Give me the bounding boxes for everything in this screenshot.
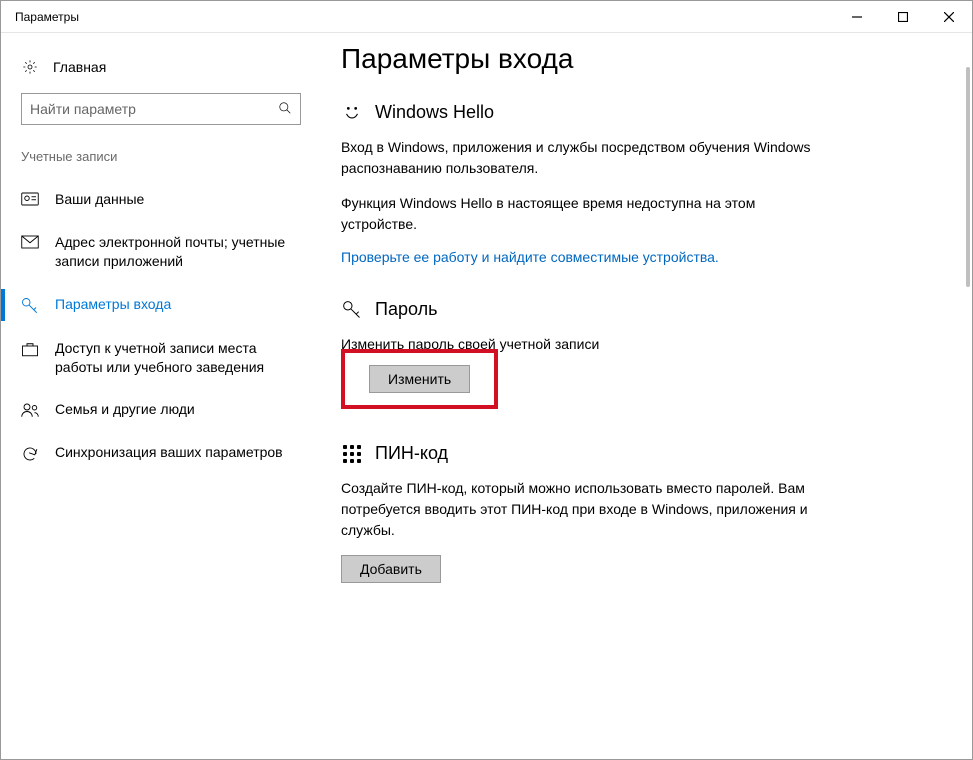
gear-icon [21, 59, 39, 75]
body-area: Главная Учетные записи Ваши данные [1, 33, 972, 759]
scrollbar[interactable] [966, 67, 970, 287]
sidebar-item-label: Параметры входа [55, 295, 171, 314]
window-controls [834, 1, 972, 32]
sidebar-home-label: Главная [53, 59, 106, 75]
pin-pad-icon [341, 445, 363, 463]
hello-heading-row: Windows Hello [341, 101, 932, 123]
password-heading: Пароль [375, 299, 437, 320]
sidebar-item-label: Адрес электронной почты; учетные записи … [55, 233, 301, 271]
sidebar-item-sync[interactable]: Синхронизация ваших параметров [1, 431, 321, 475]
content-area: Параметры входа Windows Hello Вход в Win… [321, 33, 972, 759]
search-box[interactable] [21, 93, 301, 125]
hello-text-1: Вход в Windows, приложения и службы поср… [341, 137, 821, 179]
sidebar-section-label: Учетные записи [1, 149, 321, 178]
sidebar-item-email[interactable]: Адрес электронной почты; учетные записи … [1, 221, 321, 283]
change-password-button[interactable]: Изменить [369, 365, 470, 393]
briefcase-icon [21, 339, 39, 357]
pin-text: Создайте ПИН-код, который можно использо… [341, 478, 821, 541]
window-title: Параметры [15, 10, 79, 24]
close-button[interactable] [926, 1, 972, 32]
sidebar-item-label: Доступ к учетной записи места работы или… [55, 339, 301, 377]
settings-window: Параметры Главная [0, 0, 973, 760]
pin-heading-row: ПИН-код [341, 443, 932, 464]
sidebar-item-signin-options[interactable]: Параметры входа [1, 283, 321, 327]
highlight-change-password: Изменить [341, 349, 498, 409]
search-wrap [1, 93, 321, 149]
sidebar-item-label: Семья и другие люди [55, 400, 195, 419]
page-title: Параметры входа [341, 43, 932, 75]
pin-heading: ПИН-код [375, 443, 448, 464]
search-input[interactable] [30, 101, 278, 117]
mail-icon [21, 233, 39, 249]
sidebar-home[interactable]: Главная [1, 51, 321, 93]
sidebar-item-label: Синхронизация ваших параметров [55, 443, 283, 462]
smile-icon [341, 101, 363, 123]
section-password: Пароль Изменить пароль своей учетной зап… [341, 299, 932, 409]
password-heading-row: Пароль [341, 299, 932, 320]
key-icon [21, 295, 39, 315]
hello-text-2: Функция Windows Hello в настоящее время … [341, 193, 821, 235]
search-icon [278, 101, 292, 118]
titlebar: Параметры [1, 1, 972, 33]
sidebar-item-family[interactable]: Семья и другие люди [1, 388, 321, 431]
sidebar-item-label: Ваши данные [55, 190, 144, 209]
maximize-button[interactable] [880, 1, 926, 32]
section-pin: ПИН-код Создайте ПИН-код, который можно … [341, 443, 932, 583]
section-windows-hello: Windows Hello Вход в Windows, приложения… [341, 101, 932, 265]
hello-compat-link[interactable]: Проверьте ее работу и найдите совместимы… [341, 249, 719, 265]
people-icon [21, 400, 39, 418]
sync-icon [21, 443, 39, 463]
add-pin-button[interactable]: Добавить [341, 555, 441, 583]
hello-heading: Windows Hello [375, 102, 494, 123]
sidebar-item-work-access[interactable]: Доступ к учетной записи места работы или… [1, 327, 321, 389]
person-card-icon [21, 190, 39, 206]
minimize-button[interactable] [834, 1, 880, 32]
sidebar: Главная Учетные записи Ваши данные [1, 33, 321, 759]
sidebar-item-your-info[interactable]: Ваши данные [1, 178, 321, 221]
key-icon [341, 300, 363, 320]
